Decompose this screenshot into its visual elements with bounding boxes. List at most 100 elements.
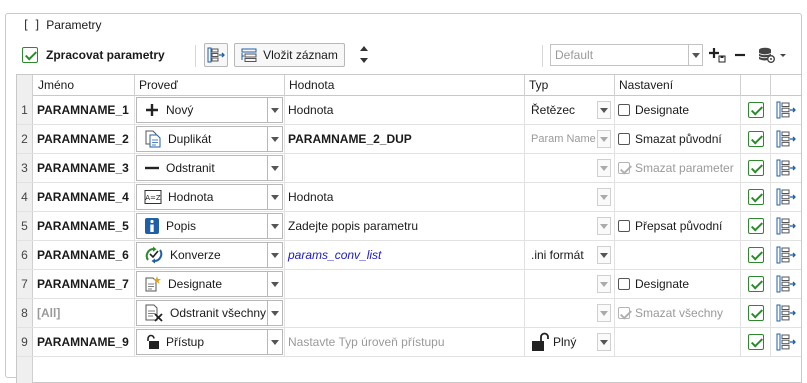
insert-record-button[interactable]: Vložit záznam [234,43,345,67]
parameter-name[interactable]: PARAMNAME_5 [33,212,135,240]
value-field[interactable] [285,299,525,327]
row-insert-button[interactable] [771,328,801,356]
row-insert-button[interactable] [771,299,801,327]
add-preset-button[interactable] [708,46,726,64]
enabled-checkbox[interactable] [741,96,771,124]
settings-checkbox[interactable] [618,220,630,232]
parameter-name[interactable]: PARAMNAME_1 [33,96,135,124]
parameter-name[interactable]: [All] [33,299,135,327]
action-field[interactable]: A=Z Hodnota [136,184,268,210]
type-dropdown-arrow[interactable] [597,130,611,148]
settings-cell[interactable]: Smazat všechny [615,299,741,327]
type-dropdown-arrow[interactable] [597,333,611,351]
table-insert-button[interactable] [204,43,228,67]
enabled-checkbox[interactable] [741,183,771,211]
action-field[interactable]: Duplikát [136,126,268,152]
value-field[interactable]: Zadejte popis parametru [285,212,525,240]
action-dropdown-arrow[interactable] [268,155,283,181]
parameter-name[interactable]: PARAMNAME_3 [33,154,135,182]
settings-checkbox[interactable] [618,278,630,290]
action-field[interactable]: Nový [136,97,268,123]
type-select[interactable]: .ini formát [525,241,615,269]
row-insert-button[interactable] [771,212,801,240]
type-dropdown-arrow[interactable] [597,188,611,206]
settings-cell[interactable]: Smazat parameter [615,154,741,182]
enabled-checkbox[interactable] [741,328,771,356]
move-row-arrows[interactable] [358,43,370,67]
type-select[interactable] [525,270,615,298]
settings-checkbox[interactable] [618,133,630,145]
value-field[interactable] [285,154,525,182]
action-dropdown-arrow[interactable] [268,184,283,210]
action-field[interactable]: Designate [136,271,268,297]
type-select[interactable] [525,299,615,327]
action-field[interactable]: Odstranit všechny [136,300,268,326]
parameter-name[interactable]: PARAMNAME_2 [33,125,135,153]
process-parameters-checkbox[interactable]: Zpracovat parametry [22,47,165,63]
type-dropdown-arrow[interactable] [597,246,611,264]
column-header-name[interactable]: Jméno [33,75,135,96]
value-link[interactable]: params_conv_list [285,241,525,269]
preset-dropdown-arrow[interactable] [688,45,702,65]
value-field[interactable] [285,270,525,298]
remove-preset-button[interactable] [734,46,746,64]
action-dropdown-arrow[interactable] [268,242,283,268]
enabled-checkbox[interactable] [741,241,771,269]
action-field[interactable]: Popis [136,213,268,239]
row-insert-button[interactable] [771,270,801,298]
value-field[interactable]: Hodnota [285,96,525,124]
action-dropdown-arrow[interactable] [268,271,283,297]
enabled-checkbox[interactable] [741,299,771,327]
type-select[interactable] [525,212,615,240]
parameter-name[interactable]: PARAMNAME_6 [33,241,135,269]
action-select[interactable]: Nový [135,96,285,124]
type-select[interactable]: Řetězec [525,96,615,124]
column-header-action[interactable]: Proveď [135,75,285,96]
database-settings-button[interactable] [758,46,788,64]
action-field[interactable]: Odstranit [136,155,268,181]
row-insert-button[interactable] [771,125,801,153]
settings-checkbox[interactable] [618,104,630,116]
row-insert-button[interactable] [771,154,801,182]
action-field[interactable]: Konverze [136,242,268,268]
parameter-name[interactable]: PARAMNAME_7 [33,270,135,298]
row-insert-button[interactable] [771,96,801,124]
settings-checkbox[interactable] [618,162,630,174]
type-select[interactable]: Plný [525,328,615,356]
settings-checkbox[interactable] [618,307,630,319]
type-select[interactable] [525,154,615,182]
row-insert-button[interactable] [771,241,801,269]
parameter-name[interactable]: PARAMNAME_9 [33,328,135,356]
column-header-type[interactable]: Typ [525,75,615,96]
type-dropdown-arrow[interactable] [597,217,611,235]
action-select[interactable]: Duplikát [135,125,285,153]
move-down-icon[interactable] [360,58,368,63]
value-field[interactable]: Nastavte Typ úroveň přístupu [285,328,525,356]
column-header-value[interactable]: Hodnota [285,75,525,96]
parameter-name[interactable]: PARAMNAME_4 [33,183,135,211]
type-select[interactable]: Param Name [525,125,615,153]
action-dropdown-arrow[interactable] [268,126,283,152]
settings-cell[interactable]: Přepsat původní [615,212,741,240]
enabled-checkbox[interactable] [741,125,771,153]
type-dropdown-arrow[interactable] [597,304,611,322]
action-dropdown-arrow[interactable] [268,213,283,239]
settings-cell[interactable]: Designate [615,270,741,298]
type-dropdown-arrow[interactable] [597,101,611,119]
action-dropdown-arrow[interactable] [268,329,283,355]
action-field[interactable]: Přístup [136,329,268,355]
value-field[interactable]: PARAMNAME_2_DUP [285,125,525,153]
action-select[interactable]: Odstranit všechny [135,299,285,327]
preset-select[interactable]: Default [550,44,703,66]
type-select[interactable] [525,183,615,211]
action-select[interactable]: Designate [135,270,285,298]
value-field[interactable]: Hodnota [285,183,525,211]
type-dropdown-arrow[interactable] [597,275,611,293]
enabled-checkbox[interactable] [741,212,771,240]
action-dropdown-arrow[interactable] [268,300,283,326]
action-select[interactable]: Odstranit [135,154,285,182]
enabled-checkbox[interactable] [741,154,771,182]
move-up-icon[interactable] [360,46,368,51]
enabled-checkbox[interactable] [741,270,771,298]
action-select[interactable]: Popis [135,212,285,240]
